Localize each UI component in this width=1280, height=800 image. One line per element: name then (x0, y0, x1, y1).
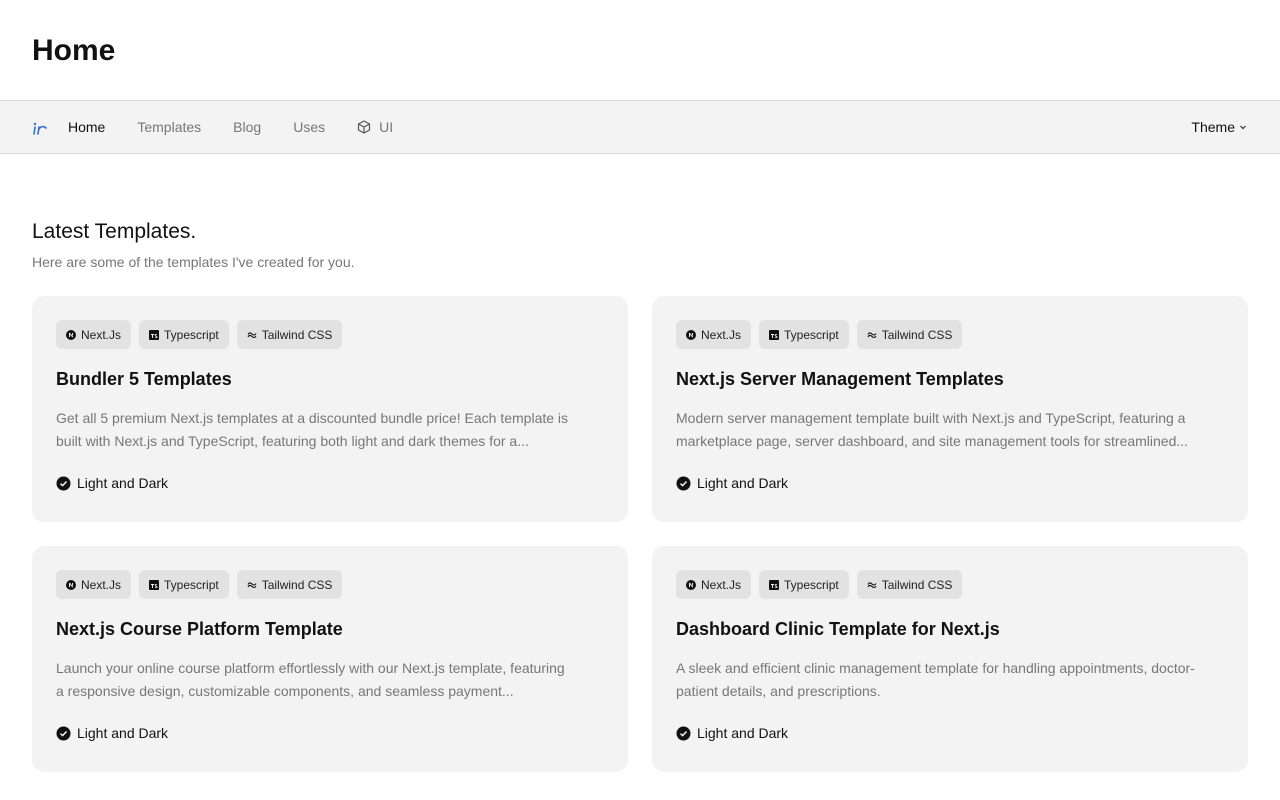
chevron-down-icon (1238, 119, 1248, 135)
check-circle-icon (676, 726, 691, 741)
feature-label: Light and Dark (77, 475, 169, 491)
tailwind-icon (247, 580, 257, 590)
tag-list: Next.Js Typescript Tailwind CSS (676, 320, 1224, 349)
check-circle-icon (56, 726, 71, 741)
tag-label: Tailwind CSS (261, 577, 333, 592)
nav-item-templates[interactable]: Templates (137, 119, 201, 135)
tag-label: Tailwind CSS (881, 327, 953, 342)
tag-nextjs: Next.Js (676, 320, 752, 349)
feature-label: Light and Dark (697, 475, 789, 491)
tag-label: Tailwind CSS (261, 327, 333, 342)
nav-item-label: Home (68, 119, 106, 135)
feature-label: Light and Dark (697, 725, 789, 741)
card-feature: Light and Dark (56, 475, 604, 491)
nextjs-icon (66, 579, 76, 590)
feature-label: Light and Dark (77, 725, 169, 741)
nav-item-label: Blog (233, 119, 262, 135)
nav-item-home[interactable]: Home (68, 119, 105, 135)
tailwind-icon (867, 330, 877, 340)
tag-tailwind: Tailwind CSS (236, 320, 343, 349)
nextjs-icon (66, 329, 76, 340)
card-title: Bundler 5 Templates (56, 369, 232, 389)
tag-label: Typescript (784, 327, 839, 342)
tag-label: Tailwind CSS (881, 577, 953, 592)
section-subtitle: Here are some of the templates I've crea… (32, 254, 355, 270)
card-description: Get all 5 premium Next.js templates at a… (56, 410, 569, 449)
check-circle-icon (676, 476, 691, 491)
nextjs-icon (686, 579, 696, 590)
tag-typescript: Typescript (759, 320, 849, 349)
nav-items: Home Templates Blog Uses UI (68, 119, 1191, 135)
nav-item-uses[interactable]: Uses (293, 119, 325, 135)
site-logo[interactable] (32, 116, 50, 138)
tag-label: Typescript (164, 577, 219, 592)
theme-dropdown[interactable]: Theme (1191, 119, 1248, 135)
tag-label: Next.Js (701, 577, 742, 592)
card-description: Launch your online course platform effor… (56, 660, 565, 699)
tag-label: Typescript (784, 577, 839, 592)
card-title: Next.js Server Management Templates (676, 369, 1004, 389)
typescript-icon (149, 329, 160, 340)
typescript-icon (769, 579, 780, 590)
template-card[interactable]: Next.Js Typescript Tailwind CSS Bundler … (32, 296, 628, 522)
navbar: Home Templates Blog Uses UI Theme (0, 100, 1280, 154)
cube-icon (357, 120, 371, 134)
template-card[interactable]: Next.Js Typescript Tailwind CSS Next.js … (652, 296, 1248, 522)
nav-item-blog[interactable]: Blog (233, 119, 261, 135)
main-content: Latest Templates. Here are some of the t… (0, 220, 1280, 772)
card-title: Next.js Course Platform Template (56, 619, 343, 639)
tag-nextjs: Next.Js (56, 320, 132, 349)
tag-label: Next.Js (81, 577, 122, 592)
template-card[interactable]: Next.Js Typescript Tailwind CSS Next.js … (32, 546, 628, 772)
card-feature: Light and Dark (676, 725, 1224, 741)
card-feature: Light and Dark (56, 725, 604, 741)
logo-icon (33, 122, 47, 135)
card-title: Dashboard Clinic Template for Next.js (676, 619, 1000, 639)
page-header: Home (0, 0, 1280, 100)
templates-grid: Next.Js Typescript Tailwind CSS Bundler … (32, 296, 1248, 772)
template-card[interactable]: Next.Js Typescript Tailwind CSS Dashboar… (652, 546, 1248, 772)
tag-label: Next.Js (701, 327, 742, 342)
nav-item-label: UI (379, 119, 394, 135)
tag-nextjs: Next.Js (676, 570, 752, 599)
nav-item-label: Templates (137, 119, 202, 135)
typescript-icon (769, 329, 780, 340)
tag-list: Next.Js Typescript Tailwind CSS (56, 570, 604, 599)
section-title: Latest Templates. (32, 220, 197, 243)
tag-tailwind: Tailwind CSS (856, 320, 963, 349)
card-description: Modern server management template built … (676, 410, 1189, 449)
typescript-icon (149, 579, 160, 590)
tag-typescript: Typescript (759, 570, 849, 599)
page-title: Home (32, 34, 116, 67)
card-description: A sleek and efficient clinic management … (676, 660, 1195, 699)
nextjs-icon (686, 329, 696, 340)
tag-label: Typescript (164, 327, 219, 342)
tag-nextjs: Next.Js (56, 570, 132, 599)
card-feature: Light and Dark (676, 475, 1224, 491)
tailwind-icon (867, 580, 877, 590)
tag-list: Next.Js Typescript Tailwind CSS (56, 320, 604, 349)
theme-label: Theme (1191, 119, 1235, 135)
nav-item-label: Uses (293, 119, 326, 135)
tag-list: Next.Js Typescript Tailwind CSS (676, 570, 1224, 599)
tag-typescript: Typescript (139, 570, 229, 599)
tailwind-icon (247, 330, 257, 340)
tag-label: Next.Js (81, 327, 122, 342)
tag-tailwind: Tailwind CSS (236, 570, 343, 599)
nav-item-ui[interactable]: UI (357, 119, 393, 135)
tag-tailwind: Tailwind CSS (856, 570, 963, 599)
tag-typescript: Typescript (139, 320, 229, 349)
check-circle-icon (56, 476, 71, 491)
